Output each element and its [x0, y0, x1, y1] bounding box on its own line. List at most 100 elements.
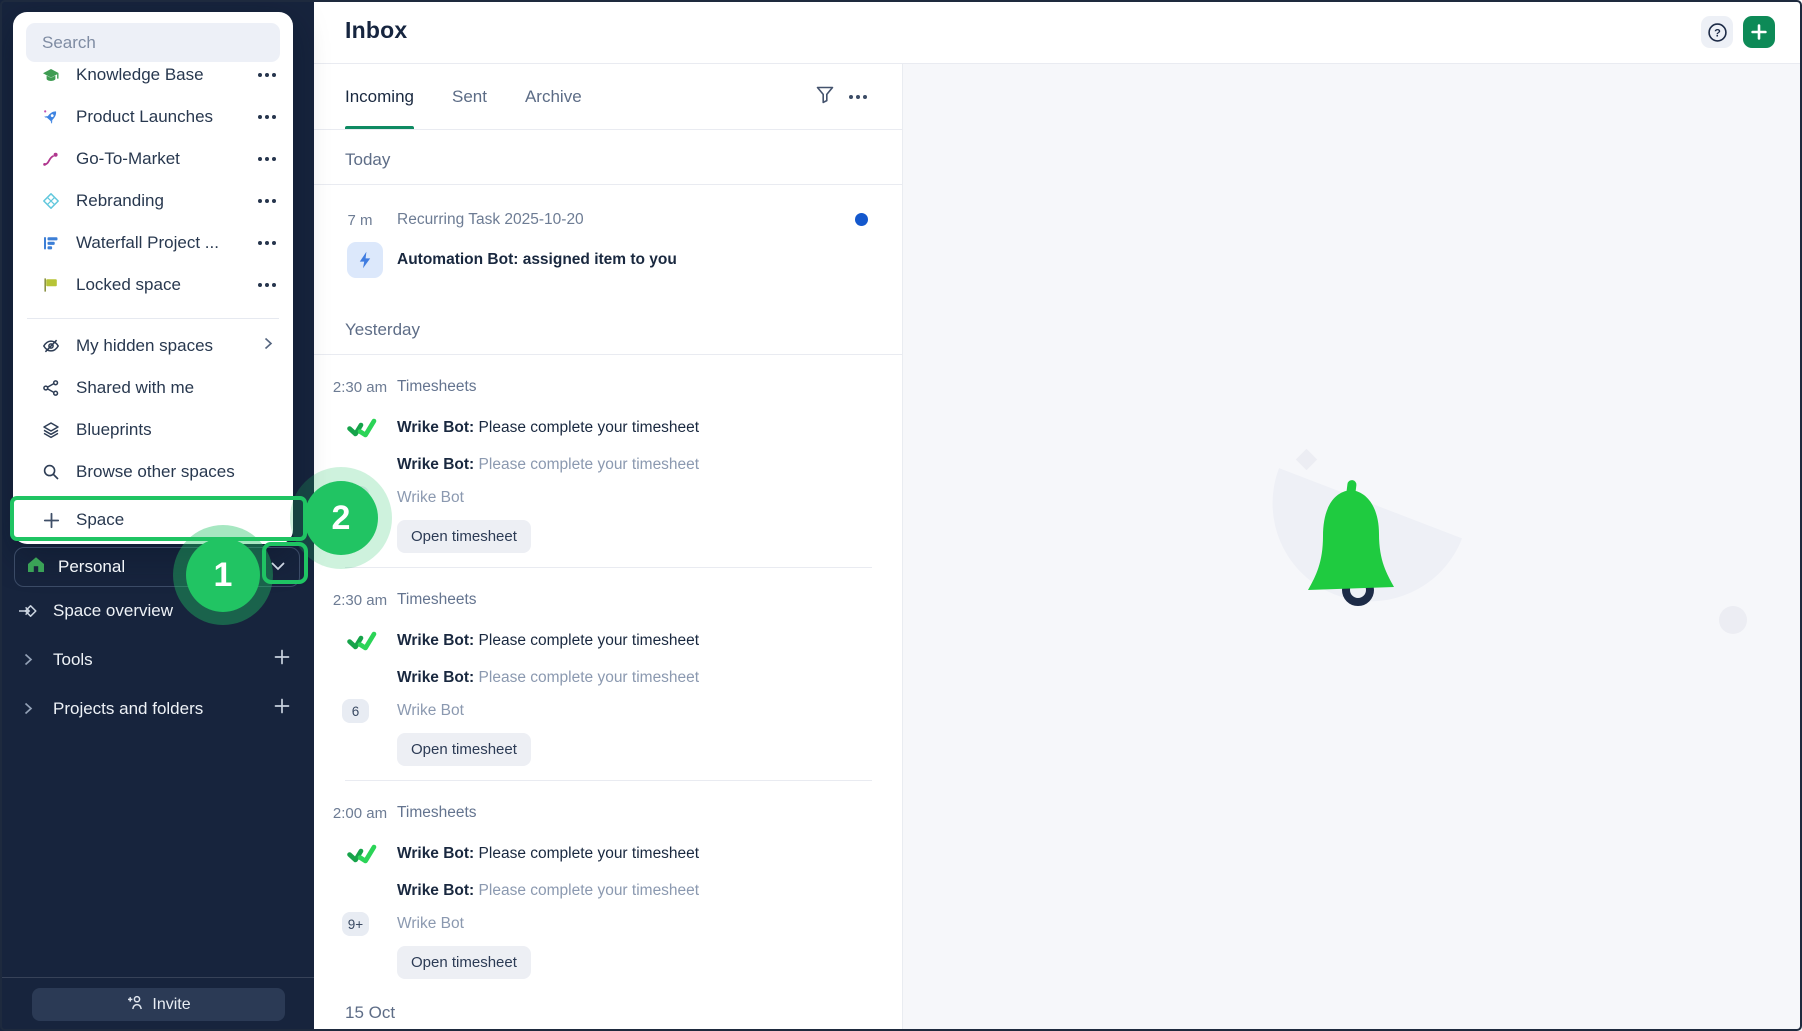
menu-item-label: Shared with me	[76, 378, 273, 398]
plus-icon	[1750, 23, 1768, 41]
menu-item-blueprints[interactable]: Blueprints	[13, 409, 293, 451]
count-badge: 6	[342, 699, 369, 723]
group-line-2: Wrike Bot: Please complete your timeshee…	[314, 882, 902, 900]
bot-name: Wrike Bot:	[397, 669, 474, 686]
bot-message: Please complete your timesheet	[479, 456, 700, 473]
space-label: Waterfall Project ...	[76, 233, 265, 253]
nav-item-tools[interactable]: Tools	[0, 635, 314, 684]
message-line: Wrike Bot: Please complete your timeshee…	[397, 632, 699, 650]
space-label: Knowledge Base	[76, 65, 265, 85]
header-actions: ?	[1701, 16, 1775, 48]
notification-group[interactable]: 2:30 am Timesheets Wrike Bot: Please com…	[314, 355, 902, 568]
ellipsis-icon[interactable]	[265, 115, 269, 119]
notification-group[interactable]: 2:00 am Timesheets Wrike Bot: Please com…	[314, 781, 902, 979]
more-icon[interactable]	[856, 95, 860, 99]
ellipsis-icon[interactable]	[265, 241, 269, 245]
decorative-diamond	[1296, 449, 1317, 470]
space-item-waterfall[interactable]: Waterfall Project ...	[13, 222, 293, 264]
space-item-locked-space[interactable]: Locked space	[13, 264, 293, 306]
ellipsis-icon[interactable]	[265, 199, 269, 203]
open-timesheet-button[interactable]: Open timesheet	[397, 520, 531, 553]
chevron-right-icon	[264, 337, 273, 355]
sender-name: Wrike Bot	[397, 702, 464, 720]
eye-off-icon	[41, 336, 61, 356]
invite-label: Invite	[152, 996, 190, 1014]
filter-icon[interactable]	[815, 84, 835, 110]
section-header-yesterday: Yesterday	[314, 300, 902, 355]
space-item-product-launches[interactable]: Product Launches	[13, 96, 293, 138]
space-label: Rebranding	[76, 191, 265, 211]
space-item-knowledge-base[interactable]: Knowledge Base	[13, 62, 293, 96]
inbox-header: Inbox ?	[314, 0, 1802, 64]
sidebar-divider	[0, 977, 314, 978]
nav-item-projects-folders[interactable]: Projects and folders	[0, 684, 314, 733]
cube-icon	[41, 191, 61, 211]
notification-item-unread[interactable]: 7 m Recurring Task 2025-10-20 Automation…	[314, 185, 902, 300]
section-header-today: Today	[314, 130, 902, 185]
ellipsis-icon[interactable]	[265, 283, 269, 287]
bot-name: Wrike Bot:	[397, 456, 474, 473]
create-button[interactable]	[1743, 16, 1775, 48]
invite-button[interactable]: Invite	[32, 988, 285, 1021]
menu-item-shared-with-me[interactable]: Shared with me	[13, 367, 293, 409]
bot-message: Please complete your timesheet	[479, 419, 700, 436]
group-time: 2:30 am	[332, 592, 388, 609]
group-time: 2:00 am	[332, 805, 388, 822]
plus-icon[interactable]	[274, 649, 290, 670]
nav-item-space-overview[interactable]: Space overview	[0, 586, 314, 635]
space-item-rebranding[interactable]: Rebranding	[13, 180, 293, 222]
home-icon	[26, 555, 46, 579]
decorative-dot	[1719, 606, 1747, 634]
share-icon	[41, 378, 61, 398]
notification-list-panel: Incoming Sent Archive Today 7 m Recurrin…	[314, 64, 902, 1031]
spaces-list: Knowledge Base Product Launches Go-To-Ma…	[13, 62, 293, 306]
notification-group[interactable]: 2:30 am Timesheets Wrike Bot: Please com…	[314, 568, 902, 781]
tab-archive[interactable]: Archive	[525, 64, 582, 129]
notification-title: Recurring Task 2025-10-20	[397, 211, 584, 229]
page-title: Inbox	[345, 17, 407, 44]
route-icon	[41, 149, 61, 169]
app-window: Knowledge Base Product Launches Go-To-Ma…	[0, 0, 1802, 1031]
group-line-1: Wrike Bot: Please complete your timeshee…	[314, 630, 902, 652]
gantt-icon	[41, 233, 61, 253]
open-timesheet-button[interactable]: Open timesheet	[397, 946, 531, 979]
plus-icon[interactable]	[274, 698, 290, 719]
message-line: Wrike Bot: Please complete your timeshee…	[397, 845, 699, 863]
inbox-tabs: Incoming Sent Archive	[314, 64, 902, 130]
chevron-right-icon[interactable]	[17, 653, 39, 666]
notification-message: Automation Bot: assigned item to you	[397, 251, 677, 269]
unread-dot[interactable]	[855, 213, 868, 226]
search-icon	[41, 462, 61, 482]
group-category: Timesheets	[397, 591, 477, 609]
menu-item-browse-spaces[interactable]: Browse other spaces	[13, 451, 293, 493]
bot-message: Please complete your timesheet	[479, 669, 700, 686]
help-icon: ?	[1707, 22, 1728, 43]
menu-item-hidden-spaces[interactable]: My hidden spaces	[13, 325, 293, 367]
bot-message: Please complete your timesheet	[479, 882, 700, 899]
group-line-3: 9+ Wrike Bot	[314, 912, 902, 936]
bot-name: Wrike Bot:	[397, 845, 474, 862]
svg-text:?: ?	[1714, 27, 1721, 39]
bot-message: Please complete your timesheet	[479, 632, 700, 649]
sender-name: Wrike Bot	[397, 489, 464, 507]
layers-icon	[41, 420, 61, 440]
bot-name: Wrike Bot:	[397, 632, 474, 649]
search-input[interactable]	[26, 23, 280, 62]
tab-sent[interactable]: Sent	[452, 64, 487, 129]
automation-bolt-icon	[347, 242, 383, 278]
space-item-go-to-market[interactable]: Go-To-Market	[13, 138, 293, 180]
nav-item-label: Tools	[53, 650, 274, 670]
ellipsis-icon[interactable]	[265, 73, 269, 77]
ellipsis-icon[interactable]	[265, 157, 269, 161]
person-plus-icon	[126, 994, 144, 1015]
chevron-right-icon[interactable]	[17, 702, 39, 715]
group-category: Timesheets	[397, 804, 477, 822]
notification-meta: 7 m Recurring Task 2025-10-20	[314, 211, 902, 229]
menu-item-label: My hidden spaces	[76, 336, 264, 356]
wrike-check-icon	[347, 418, 379, 438]
tab-incoming[interactable]: Incoming	[345, 64, 414, 129]
inbox-content: Incoming Sent Archive Today 7 m Recurrin…	[314, 64, 1802, 1031]
sender-name: Wrike Bot	[397, 915, 464, 933]
open-timesheet-button[interactable]: Open timesheet	[397, 733, 531, 766]
help-button[interactable]: ?	[1701, 16, 1733, 48]
